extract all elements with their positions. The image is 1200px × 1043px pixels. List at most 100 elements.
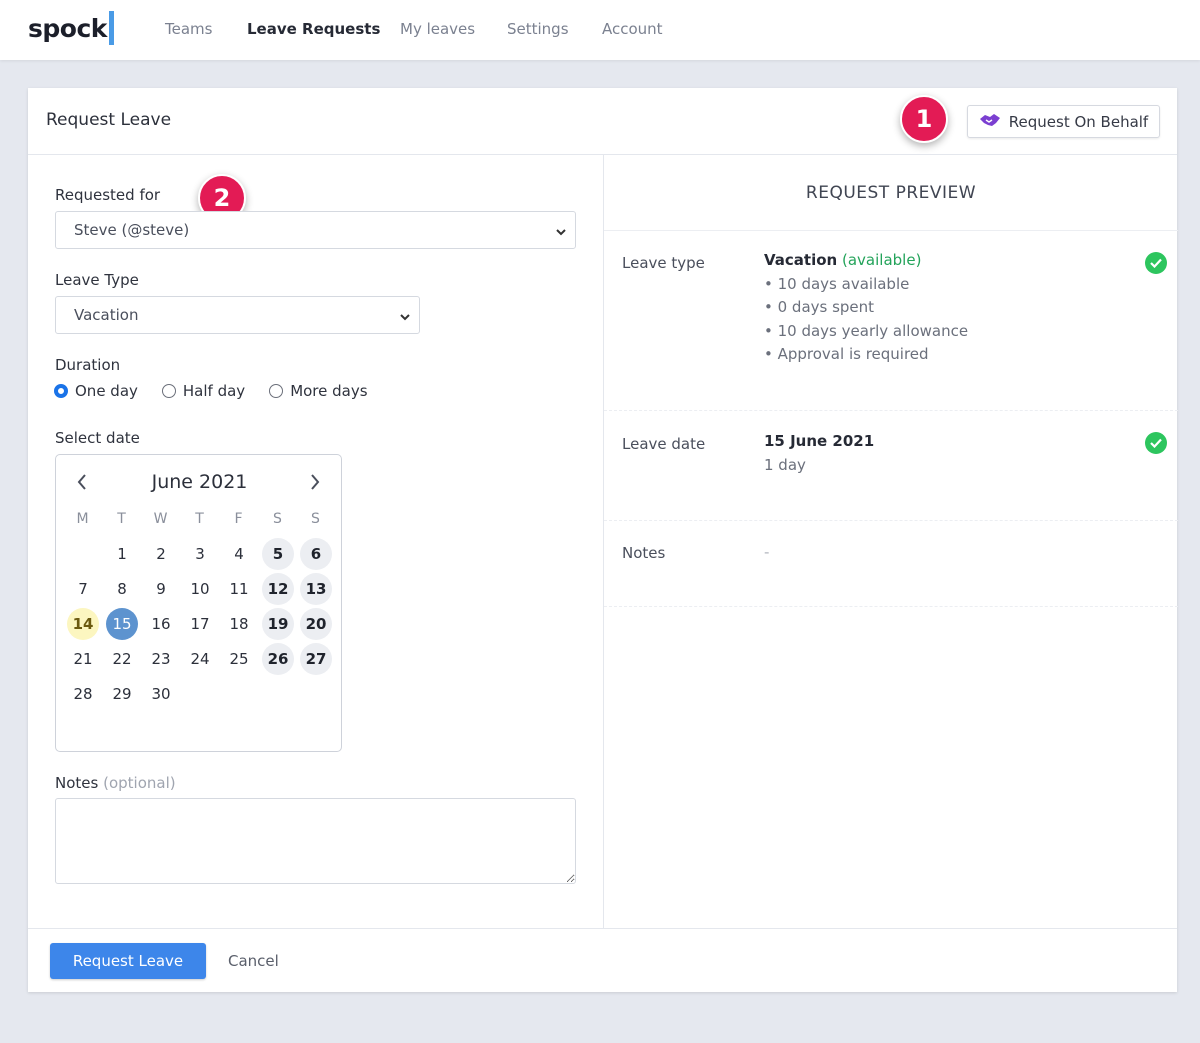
leave-type-label: Leave Type — [55, 271, 139, 289]
calendar-day[interactable]: 1 — [106, 538, 138, 570]
notes-label-text: Notes — [55, 774, 99, 792]
notes-textarea[interactable] — [55, 798, 576, 884]
leave-detail-spent: • 0 days spent — [764, 298, 875, 316]
preview-header: REQUEST PREVIEW — [604, 155, 1178, 231]
calendar-day[interactable]: 21 — [67, 643, 99, 675]
leave-detail-approval: • Approval is required — [764, 345, 929, 363]
nav-leave-requests[interactable]: Leave Requests — [247, 20, 380, 38]
leave-type-status: (available) — [842, 251, 922, 269]
duration-label: Duration — [55, 356, 121, 374]
preview-leave-type-row: Leave type Vacation (available) • 10 day… — [604, 231, 1178, 411]
radio-dot[interactable] — [269, 384, 284, 398]
preview-leave-date-row: Leave date 15 June 2021 1 day — [604, 411, 1178, 521]
top-navbar: spock Teams Leave Requests My leaves Set… — [0, 0, 1200, 60]
calendar-day[interactable]: 3 — [184, 538, 216, 570]
radio-dot[interactable] — [161, 384, 176, 398]
calendar-day[interactable]: 5 — [262, 538, 294, 570]
calendar-day[interactable]: 24 — [184, 643, 216, 675]
calendar-day[interactable]: 20 — [300, 608, 332, 640]
weekday-header: M — [76, 511, 90, 527]
calendar-day[interactable]: 8 — [106, 573, 138, 605]
preview-leave-date-value: 15 June 2021 1 day — [764, 430, 874, 477]
card-header: Request Leave 1 Request On Behalf — [28, 88, 1177, 155]
radio-label: One day — [75, 382, 138, 400]
calendar-day[interactable]: 19 — [262, 608, 294, 640]
calendar-day[interactable]: 14 — [67, 608, 99, 640]
calendar-day[interactable]: 17 — [184, 608, 216, 640]
calendar-month-title: June 2021 — [151, 471, 248, 493]
request-preview-panel: REQUEST PREVIEW Leave type Vacation (ava… — [603, 155, 1178, 928]
weekday-header: T — [117, 511, 127, 527]
leave-type-select[interactable]: Vacation — [55, 296, 420, 334]
weekday-header: W — [153, 511, 169, 527]
duration-radio-group: One day Half day More days — [54, 382, 392, 400]
preview-notes-row: Notes - — [604, 521, 1178, 607]
calendar-day[interactable]: 23 — [145, 643, 177, 675]
weekday-header: F — [234, 511, 244, 527]
calendar-day[interactable]: 26 — [262, 643, 294, 675]
leave-date: 15 June 2021 — [764, 432, 875, 450]
calendar-day[interactable]: 27 — [300, 643, 332, 675]
radio-label: Half day — [182, 382, 246, 400]
chevron-right-icon[interactable] — [309, 473, 321, 495]
calendar-day[interactable]: 6 — [300, 538, 332, 570]
preview-notes-label: Notes — [622, 544, 666, 562]
logo-text: spock — [28, 13, 107, 43]
logo-bar — [108, 11, 114, 45]
weekday-header: S — [311, 511, 321, 527]
calendar-day[interactable]: 4 — [223, 538, 255, 570]
cancel-button[interactable]: Cancel — [228, 952, 279, 970]
leave-date-duration: 1 day — [764, 455, 806, 474]
calendar-day[interactable]: 12 — [262, 573, 294, 605]
radio-half-day[interactable]: Half day — [161, 382, 246, 400]
request-leave-card: Request Leave 1 Request On Behalf Reques… — [28, 88, 1178, 992]
calendar-day[interactable]: 25 — [223, 643, 255, 675]
handshake-icon — [979, 112, 1001, 132]
nav-my-leaves[interactable]: My leaves — [400, 20, 475, 38]
notes-label: Notes (optional) — [55, 774, 176, 792]
preview-leave-date-label: Leave date — [622, 435, 706, 453]
chevron-down-icon — [399, 309, 411, 327]
check-circle-icon — [1145, 432, 1167, 454]
preview-notes-value: - — [764, 543, 770, 561]
card-footer: Request Leave Cancel — [28, 928, 1177, 992]
nav-settings[interactable]: Settings — [507, 20, 569, 38]
request-on-behalf-button[interactable]: Request On Behalf — [967, 105, 1160, 138]
date-picker-calendar: June 2021 M T W T F S S 1 2 3 4 5 6 7 8 9 10 11 12 13 14 15 16… — [55, 454, 342, 752]
calendar-day[interactable]: 2 — [145, 538, 177, 570]
calendar-day[interactable]: 10 — [184, 573, 216, 605]
card-title: Request Leave — [46, 110, 172, 130]
leave-type-value: Vacation — [74, 306, 139, 324]
leave-detail-allowance: • 10 days yearly allowance — [764, 321, 969, 340]
radio-more-days[interactable]: More days — [269, 382, 368, 400]
calendar-day[interactable]: 22 — [106, 643, 138, 675]
calendar-day[interactable]: 11 — [223, 573, 255, 605]
select-date-label: Select date — [55, 429, 140, 447]
calendar-day[interactable]: 18 — [223, 608, 255, 640]
weekday-header: T — [195, 511, 205, 527]
calendar-day[interactable]: 9 — [145, 573, 177, 605]
spock-logo[interactable]: spock — [28, 10, 114, 46]
calendar-day[interactable]: 30 — [145, 678, 177, 710]
check-circle-icon — [1145, 252, 1167, 274]
request-on-behalf-label: Request On Behalf — [1008, 112, 1149, 131]
leave-detail-available: • 10 days available — [764, 274, 910, 293]
preview-title: REQUEST PREVIEW — [805, 183, 977, 203]
nav-teams[interactable]: Teams — [165, 20, 212, 38]
calendar-day[interactable]: 16 — [145, 608, 177, 640]
preview-leave-type-label: Leave type — [622, 254, 705, 272]
calendar-day[interactable]: 13 — [300, 573, 332, 605]
chevron-down-icon — [555, 224, 567, 242]
nav-account[interactable]: Account — [602, 20, 663, 38]
requested-for-select[interactable]: Steve (@steve) — [55, 211, 576, 249]
calendar-day[interactable]: 29 — [106, 678, 138, 710]
request-leave-button[interactable]: Request Leave — [50, 943, 206, 979]
radio-one-day[interactable]: One day — [54, 382, 138, 400]
requested-for-label: Requested for — [55, 186, 161, 204]
calendar-day[interactable]: 28 — [67, 678, 99, 710]
calendar-day[interactable]: 7 — [67, 573, 99, 605]
step-badge-1: 1 — [900, 95, 948, 143]
notes-optional-hint: (optional) — [103, 774, 176, 792]
radio-dot[interactable] — [54, 384, 68, 398]
calendar-day[interactable]: 15 — [106, 608, 138, 640]
